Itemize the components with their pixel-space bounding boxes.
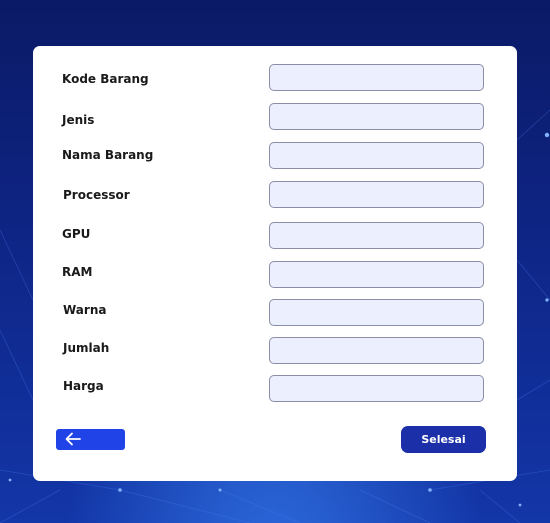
warna-label: Warna [63, 303, 107, 317]
form-row-gpu: GPU [33, 222, 517, 252]
jenis-label: Jenis [62, 113, 95, 127]
processor-label: Processor [63, 188, 130, 202]
harga-label: Harga [63, 379, 104, 393]
form-row-jumlah: Jumlah [33, 337, 517, 367]
nama-barang-input[interactable] [269, 142, 484, 169]
ram-input[interactable] [269, 261, 484, 288]
form-row-processor: Processor [33, 181, 517, 211]
selesai-button[interactable]: Selesai [401, 426, 486, 453]
jumlah-label: Jumlah [63, 341, 110, 355]
arrow-left-icon [65, 432, 81, 446]
kode-barang-input[interactable] [269, 64, 484, 91]
gpu-input[interactable] [269, 222, 484, 249]
form-row-warna: Warna [33, 299, 517, 329]
product-form-card: Kode Barang Jenis Nama Barang Processor … [33, 46, 517, 481]
back-button[interactable] [56, 429, 125, 450]
nama-barang-label: Nama Barang [62, 148, 154, 162]
jenis-input[interactable] [269, 103, 484, 130]
harga-input[interactable] [269, 375, 484, 402]
form-row-kode-barang: Kode Barang [33, 64, 517, 94]
form-row-nama-barang: Nama Barang [33, 142, 517, 172]
ram-label: RAM [62, 265, 93, 279]
form-row-ram: RAM [33, 261, 517, 291]
processor-input[interactable] [269, 181, 484, 208]
kode-barang-label: Kode Barang [62, 72, 149, 86]
form-row-harga: Harga [33, 375, 517, 405]
gpu-label: GPU [62, 227, 91, 241]
warna-input[interactable] [269, 299, 484, 326]
jumlah-input[interactable] [269, 337, 484, 364]
form-row-jenis: Jenis [33, 103, 517, 133]
